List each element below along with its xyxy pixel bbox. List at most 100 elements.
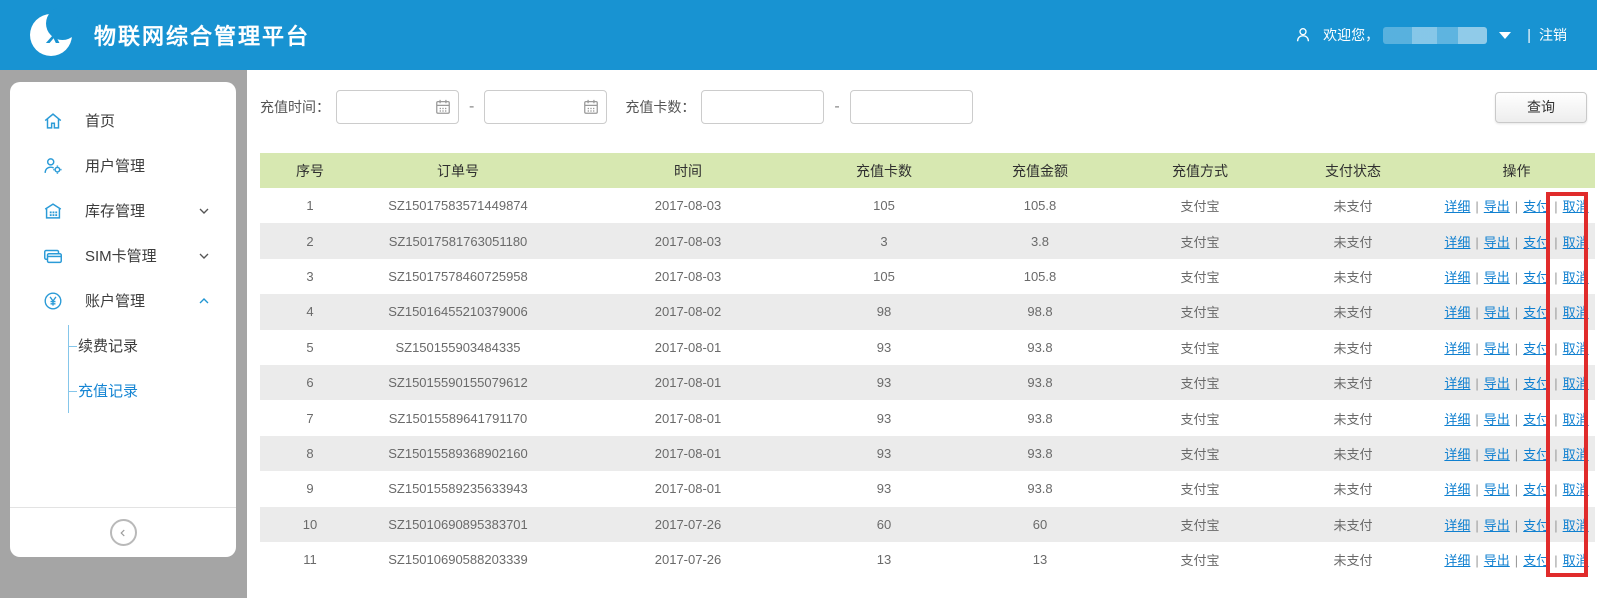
action-detail-link[interactable]: 详细 (1444, 270, 1470, 285)
cell-index: 3 (260, 259, 360, 294)
cell-actions: 详细|导出|支付|取消 (1438, 188, 1595, 223)
cell-amount: 13 (948, 542, 1132, 577)
col-status: 支付状态 (1268, 153, 1438, 188)
action-export-link[interactable]: 导出 (1484, 553, 1510, 568)
action-cancel-link[interactable]: 取消 (1563, 553, 1589, 568)
sidebar-subitem-recharge-records[interactable]: 充值记录 (10, 368, 236, 413)
action-separator: | (1515, 305, 1518, 320)
cell-order-no: SZ15010690895383701 (360, 507, 556, 542)
action-pay-link[interactable]: 支付 (1523, 376, 1549, 391)
action-pay-link[interactable]: 支付 (1523, 341, 1549, 356)
action-cancel-link[interactable]: 取消 (1563, 412, 1589, 427)
cell-method: 支付宝 (1132, 471, 1268, 506)
action-detail-link[interactable]: 详细 (1444, 341, 1470, 356)
action-pay-link[interactable]: 支付 (1523, 199, 1549, 214)
sidebar-panel: 首页 用户管理 (10, 82, 236, 557)
crescent-x-logo-icon: x (30, 10, 80, 60)
action-detail-link[interactable]: 详细 (1444, 447, 1470, 462)
action-separator: | (1554, 305, 1557, 320)
action-export-link[interactable]: 导出 (1484, 447, 1510, 462)
cell-order-no: SZ15015589368902160 (360, 436, 556, 471)
action-cancel-link[interactable]: 取消 (1563, 235, 1589, 250)
action-pay-link[interactable]: 支付 (1523, 305, 1549, 320)
cell-status: 未支付 (1268, 400, 1438, 435)
action-detail-link[interactable]: 详细 (1444, 199, 1470, 214)
cell-amount: 98.8 (948, 294, 1132, 329)
action-cancel-link[interactable]: 取消 (1563, 482, 1589, 497)
sidebar-item-user-management[interactable]: 用户管理 (10, 143, 236, 188)
cell-card-count: 105 (820, 188, 948, 223)
action-separator: | (1515, 412, 1518, 427)
action-export-link[interactable]: 导出 (1484, 341, 1510, 356)
action-separator: | (1475, 553, 1478, 568)
table-row: 3 SZ15017578460725958 2017-08-03 105 105… (260, 259, 1595, 294)
action-pay-link[interactable]: 支付 (1523, 482, 1549, 497)
cell-index: 6 (260, 365, 360, 400)
action-pay-link[interactable]: 支付 (1523, 447, 1549, 462)
cell-card-count: 60 (820, 507, 948, 542)
action-export-link[interactable]: 导出 (1484, 482, 1510, 497)
action-export-link[interactable]: 导出 (1484, 518, 1510, 533)
action-cancel-link[interactable]: 取消 (1563, 376, 1589, 391)
action-separator: | (1515, 270, 1518, 285)
action-detail-link[interactable]: 详细 (1444, 518, 1470, 533)
cell-status: 未支付 (1268, 507, 1438, 542)
action-export-link[interactable]: 导出 (1484, 199, 1510, 214)
action-pay-link[interactable]: 支付 (1523, 235, 1549, 250)
cell-amount: 93.8 (948, 365, 1132, 400)
action-cancel-link[interactable]: 取消 (1563, 447, 1589, 462)
sidebar-collapse-button[interactable] (110, 519, 137, 546)
card-count-from-input[interactable] (701, 90, 824, 124)
action-detail-link[interactable]: 详细 (1444, 553, 1470, 568)
action-cancel-link[interactable]: 取消 (1563, 305, 1589, 320)
action-pay-link[interactable]: 支付 (1523, 270, 1549, 285)
cell-method: 支付宝 (1132, 330, 1268, 365)
cell-date: 2017-08-03 (556, 259, 820, 294)
action-detail-link[interactable]: 详细 (1444, 412, 1470, 427)
cell-date: 2017-08-01 (556, 330, 820, 365)
calendar-icon[interactable] (581, 97, 601, 117)
action-separator: | (1475, 482, 1478, 497)
user-gear-icon (42, 155, 64, 177)
sidebar-item-label: 用户管理 (85, 155, 145, 176)
cell-card-count: 93 (820, 400, 948, 435)
action-export-link[interactable]: 导出 (1484, 412, 1510, 427)
sidebar-subitem-renewal-records[interactable]: 续费记录 (10, 323, 236, 368)
username-redacted[interactable] (1383, 27, 1487, 44)
calendar-icon[interactable] (433, 97, 453, 117)
action-cancel-link[interactable]: 取消 (1563, 199, 1589, 214)
filter-bar: 充值时间： - (260, 90, 1597, 124)
action-pay-link[interactable]: 支付 (1523, 412, 1549, 427)
action-detail-link[interactable]: 详细 (1444, 305, 1470, 320)
sidebar-item-label: 首页 (85, 110, 115, 131)
action-export-link[interactable]: 导出 (1484, 270, 1510, 285)
caret-down-icon[interactable] (1499, 32, 1511, 39)
cell-actions: 详细|导出|支付|取消 (1438, 542, 1595, 577)
action-separator: | (1475, 270, 1478, 285)
sidebar-subitem-label: 充值记录 (78, 380, 138, 401)
action-cancel-link[interactable]: 取消 (1563, 341, 1589, 356)
action-export-link[interactable]: 导出 (1484, 235, 1510, 250)
cell-amount: 3.8 (948, 223, 1132, 258)
card-count-to-input[interactable] (850, 90, 973, 124)
table-row: 8 SZ15015589368902160 2017-08-01 93 93.8… (260, 436, 1595, 471)
sidebar-item-inventory-management[interactable]: 库存管理 (10, 188, 236, 233)
action-export-link[interactable]: 导出 (1484, 305, 1510, 320)
action-separator: | (1515, 341, 1518, 356)
action-detail-link[interactable]: 详细 (1444, 376, 1470, 391)
sidebar-item-account-management[interactable]: 账户管理 (10, 278, 236, 323)
col-method: 充值方式 (1132, 153, 1268, 188)
action-pay-link[interactable]: 支付 (1523, 553, 1549, 568)
action-detail-link[interactable]: 详细 (1444, 482, 1470, 497)
action-pay-link[interactable]: 支付 (1523, 518, 1549, 533)
cell-amount: 93.8 (948, 471, 1132, 506)
cell-index: 7 (260, 400, 360, 435)
sidebar-item-home[interactable]: 首页 (10, 98, 236, 143)
action-cancel-link[interactable]: 取消 (1563, 270, 1589, 285)
action-export-link[interactable]: 导出 (1484, 376, 1510, 391)
logout-link[interactable]: 注销 (1539, 25, 1567, 45)
query-button[interactable]: 查询 (1495, 92, 1587, 123)
action-detail-link[interactable]: 详细 (1444, 235, 1470, 250)
action-cancel-link[interactable]: 取消 (1563, 518, 1589, 533)
sidebar-item-sim-card-management[interactable]: SIM卡管理 (10, 233, 236, 278)
